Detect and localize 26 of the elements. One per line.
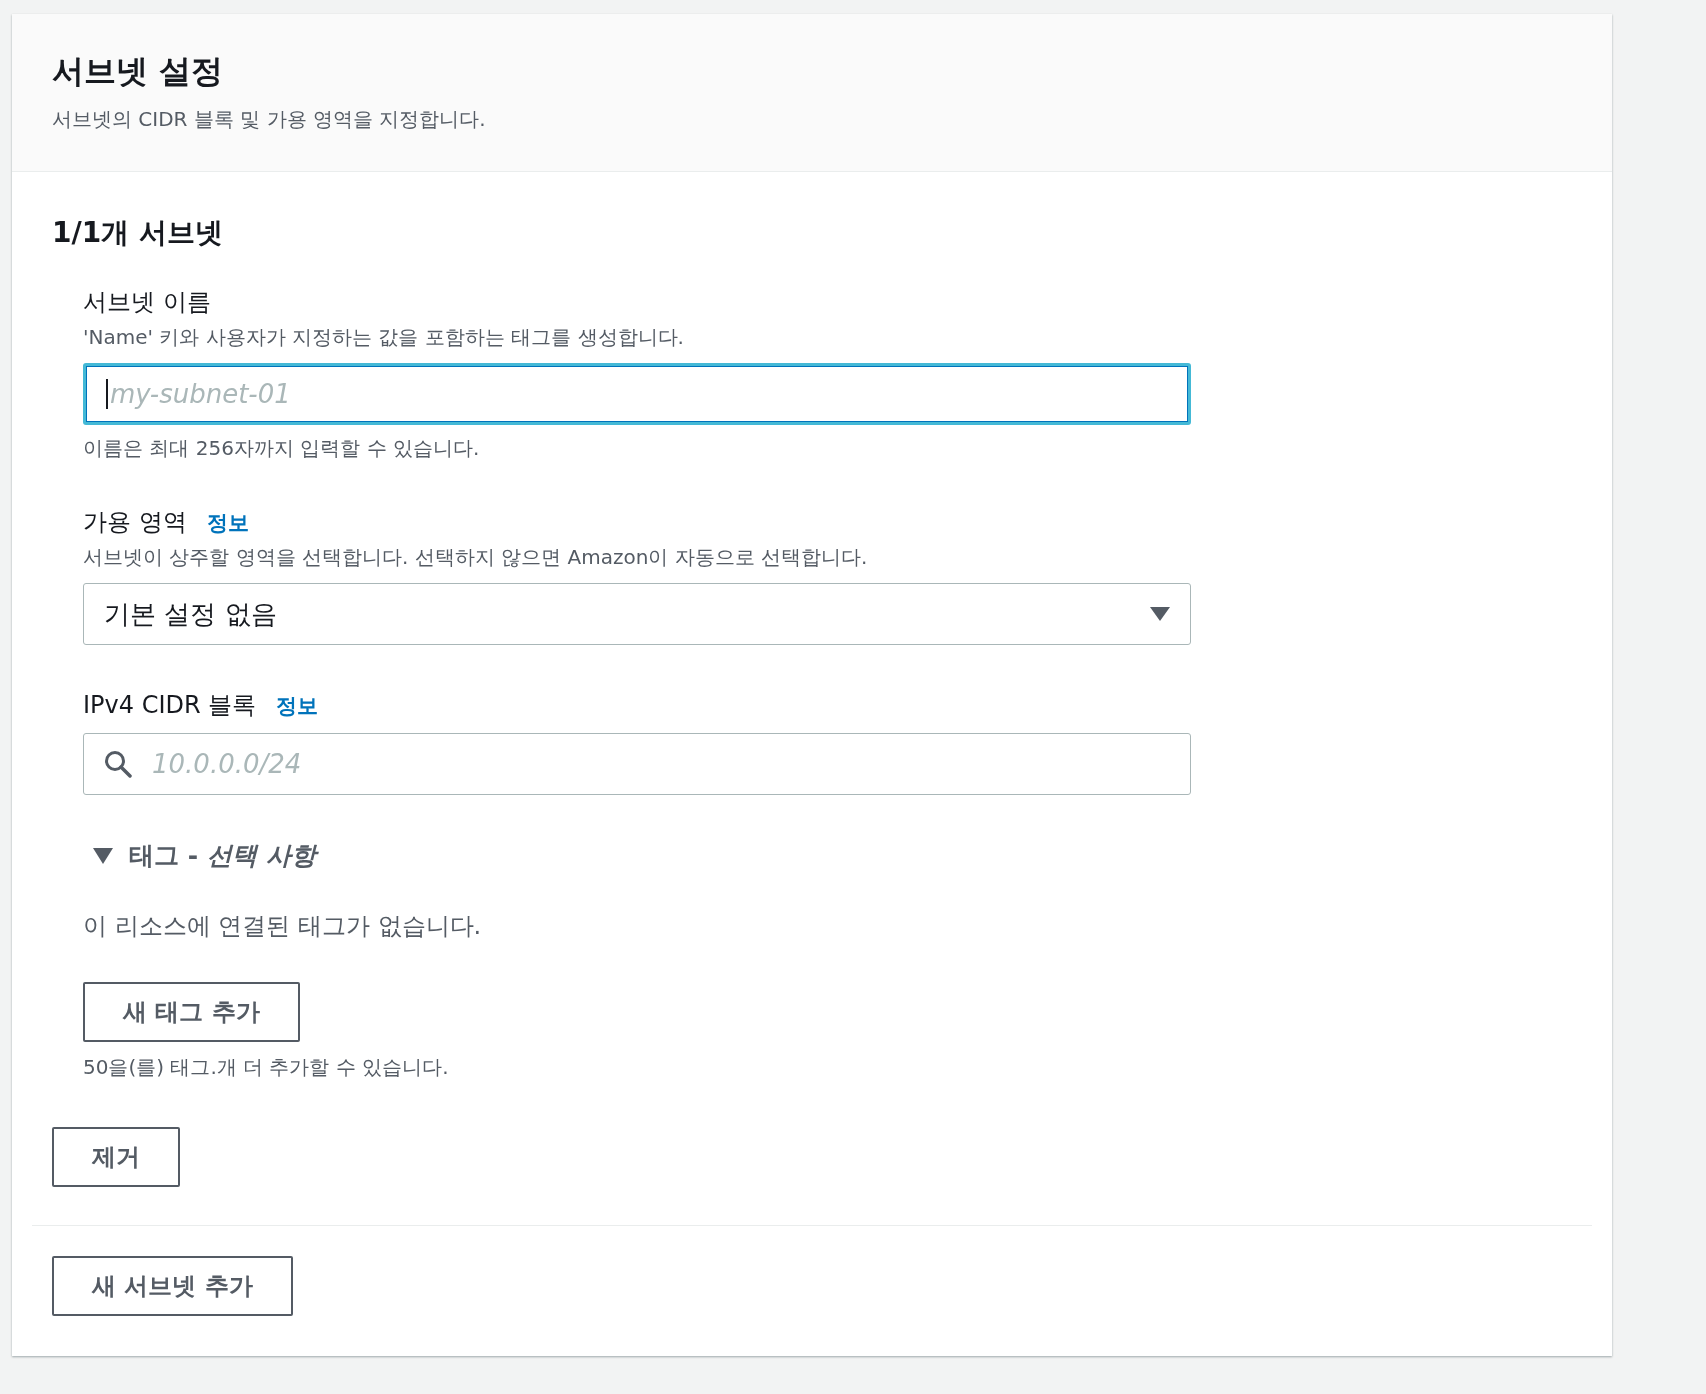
add-subnet-button[interactable]: 새 서브넷 추가	[52, 1256, 293, 1316]
input-field[interactable]: my-subnet-01	[83, 363, 1191, 425]
add-tag-button[interactable]: 새 태그 추가	[83, 982, 300, 1042]
field-label: 서브넷 이름	[83, 287, 211, 318]
subnet-heading: 1/1개 서브넷	[52, 215, 224, 251]
field-description: 서브넷이 상주할 영역을 선택합니다. 선택하지 않으면 Amazon이 자동으로 선택합니다.	[83, 544, 869, 571]
info-link[interactable]: 정보	[276, 692, 319, 720]
search-field[interactable]: 10.0.0.0/24	[83, 733, 1191, 795]
remove-button[interactable]: 제거	[52, 1127, 180, 1187]
panel-title: 서브넷 설정	[52, 51, 225, 92]
cidr-input[interactable]: 10.0.0.0/24	[150, 748, 1170, 780]
field-constraint: 이름은 최대 256자까지 입력할 수 있습니다.	[83, 435, 481, 462]
tag-limit-text: 50을(를) 태그.개 더 추가할 수 있습니다.	[83, 1054, 450, 1081]
empty-tags-text: 이 리소스에 연결된 태그가 없습니다.	[83, 911, 483, 942]
name-input[interactable]: my-subnet-01	[108, 378, 1168, 410]
field-label: IPv4 CIDR 블록	[83, 690, 257, 721]
panel-description: 서브넷의 CIDR 블록 및 가용 영역을 지정합니다.	[52, 106, 487, 133]
tags-toggle[interactable]: 태그 - 선택 사항	[83, 839, 1191, 872]
text-cursor	[106, 379, 108, 409]
caret-down-icon	[1150, 607, 1170, 621]
field-description: 'Name' 키와 사용자가 지정하는 값을 포함하는 태그를 생성합니다.	[83, 324, 685, 351]
search-icon	[104, 750, 132, 778]
info-link[interactable]: 정보	[206, 509, 249, 537]
caret-down-icon	[93, 847, 113, 864]
select-field[interactable]: 기본 설정 없음	[83, 583, 1191, 645]
field-label: 가용 영역	[83, 507, 187, 538]
